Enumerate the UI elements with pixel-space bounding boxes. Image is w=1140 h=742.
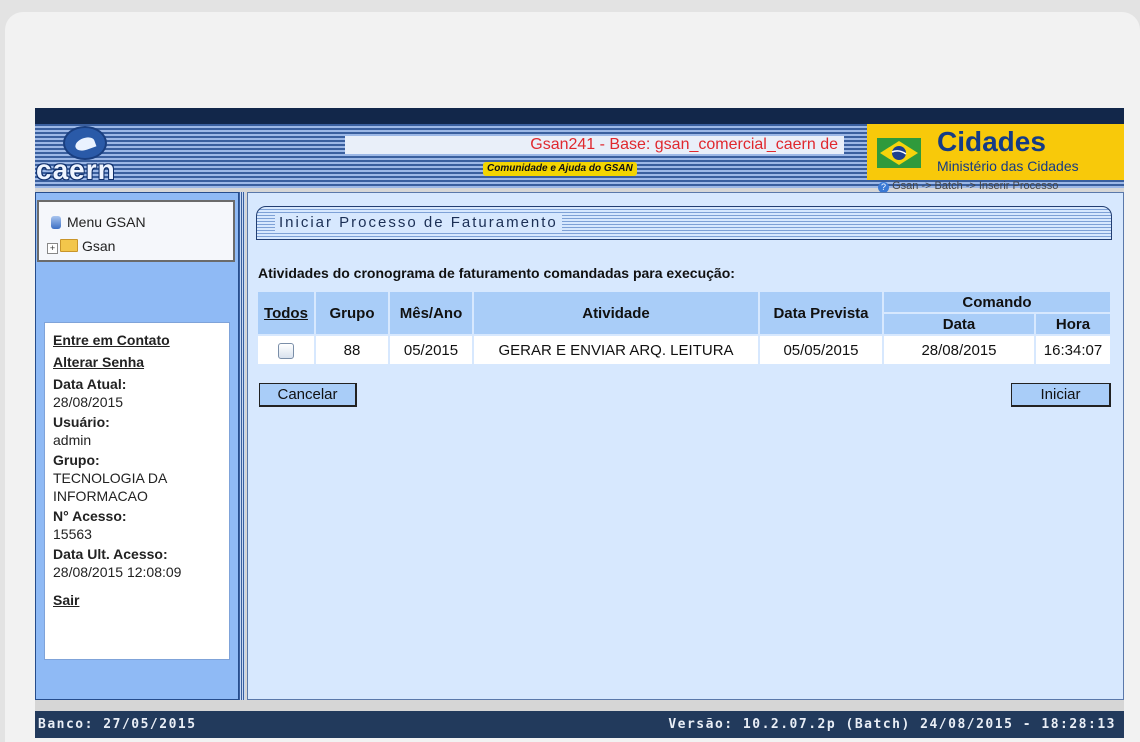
ministry-logo: Cidades Ministério das Cidades (867, 124, 1124, 180)
menu-title[interactable]: Menu GSAN (51, 214, 146, 230)
col-data-prevista: Data Prevista (760, 292, 882, 334)
col-comando: Comando (884, 292, 1110, 312)
select-all-link[interactable]: Todos (264, 305, 308, 322)
cell-atividade: GERAR E ENVIAR ARQ. LEITURA (474, 336, 758, 364)
menu-panel: Menu GSAN + Gsan (37, 200, 235, 262)
access-count-value: 15563 (53, 526, 92, 542)
cell-grupo: 88 (316, 336, 388, 364)
start-button[interactable]: Iniciar (1011, 383, 1111, 407)
logout-link[interactable]: Sair (53, 589, 229, 611)
group-value: TECNOLOGIA DA INFORMACAO (53, 470, 167, 504)
row-checkbox[interactable] (278, 342, 294, 359)
tree-item-label: Gsan (82, 238, 116, 254)
sidebar-divider (239, 192, 245, 700)
status-footer: Banco: 27/05/2015 Versão: 10.2.07.2p (Ba… (35, 711, 1124, 738)
last-access-value: 28/08/2015 12:08:09 (53, 564, 182, 580)
col-todos[interactable]: Todos (258, 292, 314, 334)
user-info-panel: Entre em Contato Alterar Senha Data Atua… (44, 322, 230, 660)
menu-title-label: Menu GSAN (67, 214, 146, 230)
current-date-label: Data Atual: (53, 376, 127, 392)
last-access-label: Data Ult. Acesso: (53, 546, 168, 562)
contact-link[interactable]: Entre em Contato (53, 329, 229, 351)
page-title-bar: Iniciar Processo de Faturamento (256, 206, 1112, 240)
community-help-link[interactable]: Comunidade e Ajuda do GSAN (483, 162, 637, 176)
change-password-link[interactable]: Alterar Senha (53, 351, 229, 373)
row-checkbox-cell[interactable] (258, 336, 314, 364)
top-bar (35, 108, 1124, 124)
logo-text: caern (36, 154, 116, 185)
cell-mes-ano: 05/2015 (390, 336, 472, 364)
group-label: Grupo: (53, 452, 100, 468)
cancel-button[interactable]: Cancelar (259, 383, 357, 407)
col-grupo: Grupo (316, 292, 388, 334)
tree-expand-icon[interactable]: + (47, 243, 58, 254)
caern-logo[interactable]: caern (35, 124, 145, 188)
database-date: Banco: 27/05/2015 (38, 717, 197, 732)
activities-table: Todos Grupo Mês/Ano Atividade Data Previ… (256, 290, 1112, 366)
col-mes-ano: Mês/Ano (390, 292, 472, 334)
gov-subtitle: Ministério das Cidades (937, 158, 1079, 174)
table-caption: Atividades do cronograma de faturamento … (258, 265, 735, 281)
table-row[interactable]: 88 05/2015 GERAR E ENVIAR ARQ. LEITURA 0… (258, 336, 1110, 364)
folder-icon (60, 239, 78, 252)
tree-item-gsan[interactable]: + Gsan (47, 238, 115, 254)
page-title: Iniciar Processo de Faturamento (275, 214, 562, 231)
database-icon (51, 216, 61, 229)
col-atividade: Atividade (474, 292, 758, 334)
user-value: admin (53, 432, 92, 448)
current-date-value: 28/08/2015 (53, 394, 124, 410)
col-comando-data: Data (884, 314, 1034, 334)
cell-data-prevista: 05/05/2015 (760, 336, 882, 364)
access-count-label: N° Acesso: (53, 508, 127, 524)
base-info: Gsan241 - Base: gsan_comercial_caern de (345, 136, 844, 154)
version-info: Versão: 10.2.07.2p (Batch) 24/08/2015 - … (668, 717, 1116, 732)
gov-title: Cidades (937, 126, 1046, 157)
brazil-flag-icon (877, 138, 921, 168)
cell-comando-hora: 16:34:07 (1036, 336, 1110, 364)
user-label: Usuário: (53, 414, 110, 430)
col-comando-hora: Hora (1036, 314, 1110, 334)
cell-comando-data: 28/08/2015 (884, 336, 1034, 364)
header: caern Gsan241 - Base: gsan_comercial_cae… (35, 124, 1124, 193)
breadcrumb-text: Gsan -> Batch -> Inserir Processo (892, 180, 1059, 192)
